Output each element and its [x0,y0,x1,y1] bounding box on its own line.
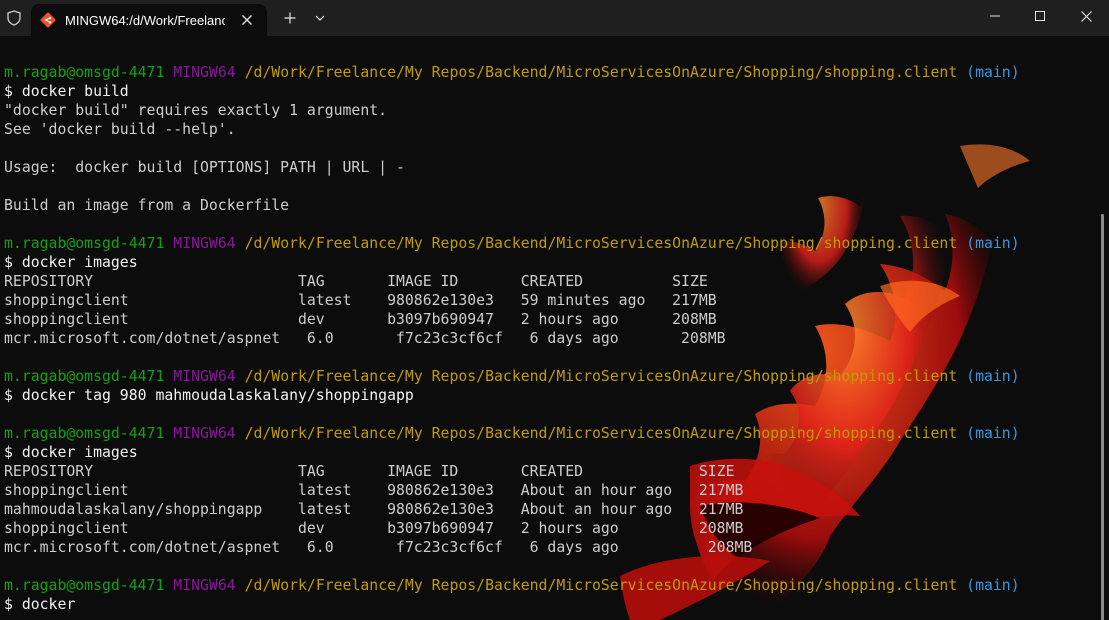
prompt-user: m.ragab@omsgd-4471 [4,577,165,594]
prompt-path: /d/Work/Freelance/My Repos/Backend/Micro… [244,64,958,81]
prompt-line: m.ragab@omsgd-4471 MINGW64 /d/Work/Freel… [4,576,1094,595]
minimize-button[interactable] [972,0,1018,32]
command-line: $ docker build [4,83,129,100]
maximize-button[interactable] [1017,0,1063,32]
prompt-system: MINGW64 [173,425,236,442]
prompt-user: m.ragab@omsgd-4471 [4,425,165,442]
prompt-line: m.ragab@omsgd-4471 MINGW64 /d/Work/Freel… [4,234,1094,253]
new-tab-button[interactable] [280,8,300,28]
table-row: mcr.microsoft.com/dotnet/aspnet 6.0 f7c2… [4,330,726,347]
prompt-system: MINGW64 [173,577,236,594]
command-line: $ docker images [4,254,138,271]
tab-mingw64[interactable]: MINGW64:/d/Work/Freelance [31,4,267,36]
prompt-branch: (main) [966,368,1020,385]
table-row: mcr.microsoft.com/dotnet/aspnet 6.0 f7c2… [4,539,753,556]
scrollbar[interactable] [1101,214,1104,620]
command-line: $ docker images [4,444,138,461]
prompt-system: MINGW64 [173,368,236,385]
output-line: Usage: docker build [OPTIONS] PATH | URL… [4,159,405,176]
close-icon [1080,10,1092,22]
prompt-line: m.ragab@omsgd-4471 MINGW64 /d/Work/Freel… [4,367,1094,386]
table-header: REPOSITORY TAG IMAGE ID CREATED SIZE [4,463,735,480]
prompt-branch: (main) [966,425,1020,442]
plus-icon [284,12,296,24]
table-row: shoppingclient latest 980862e130e3 About… [4,482,744,499]
prompt-user: m.ragab@omsgd-4471 [4,64,165,81]
command-input[interactable]: $ docker [4,595,1094,614]
prompt-path: /d/Work/Freelance/My Repos/Backend/Micro… [244,368,958,385]
prompt-system: MINGW64 [173,64,236,81]
tab-dropdown-button[interactable] [310,8,330,28]
chevron-down-icon [315,15,325,21]
prompt-branch: (main) [966,577,1020,594]
prompt-path: /d/Work/Freelance/My Repos/Backend/Micro… [244,577,958,594]
prompt-system: MINGW64 [173,235,236,252]
output-line: See 'docker build --help'. [4,121,236,138]
terminal-output: m.ragab@omsgd-4471 MINGW64 /d/Work/Freel… [4,63,1094,614]
close-tab-icon[interactable] [237,10,257,30]
command-line: $ docker tag 980 mahmoudalaskalany/shopp… [4,387,414,404]
maximize-icon [1035,11,1045,21]
table-header: REPOSITORY TAG IMAGE ID CREATED SIZE [4,273,708,290]
prompt-user: m.ragab@omsgd-4471 [4,235,165,252]
git-icon [40,12,56,28]
prompt-path: /d/Work/Freelance/My Repos/Backend/Micro… [244,235,958,252]
terminal-area[interactable]: m.ragab@omsgd-4471 MINGW64 /d/Work/Freel… [0,36,1109,620]
prompt-branch: (main) [966,235,1020,252]
table-row: mahmoudalaskalany/shoppingapp latest 980… [4,501,744,518]
shield-icon[interactable] [4,8,24,28]
output-line: "docker build" requires exactly 1 argume… [4,102,388,119]
prompt-user: m.ragab@omsgd-4471 [4,368,165,385]
prompt-path: /d/Work/Freelance/My Repos/Backend/Micro… [244,425,958,442]
minimize-icon [990,15,1000,17]
table-row: shoppingclient dev b3097b690947 2 hours … [4,520,744,537]
output-line: Build an image from a Dockerfile [4,197,290,214]
prompt-branch: (main) [966,64,1020,81]
title-bar: MINGW64:/d/Work/Freelance [0,0,1109,36]
table-row: shoppingclient latest 980862e130e3 59 mi… [4,292,717,309]
prompt-line: m.ragab@omsgd-4471 MINGW64 /d/Work/Freel… [4,424,1094,443]
close-window-button[interactable] [1063,0,1109,32]
table-row: shoppingclient dev b3097b690947 2 hours … [4,311,717,328]
tab-title: MINGW64:/d/Work/Freelance [65,13,225,28]
prompt-line: m.ragab@omsgd-4471 MINGW64 /d/Work/Freel… [4,63,1094,82]
